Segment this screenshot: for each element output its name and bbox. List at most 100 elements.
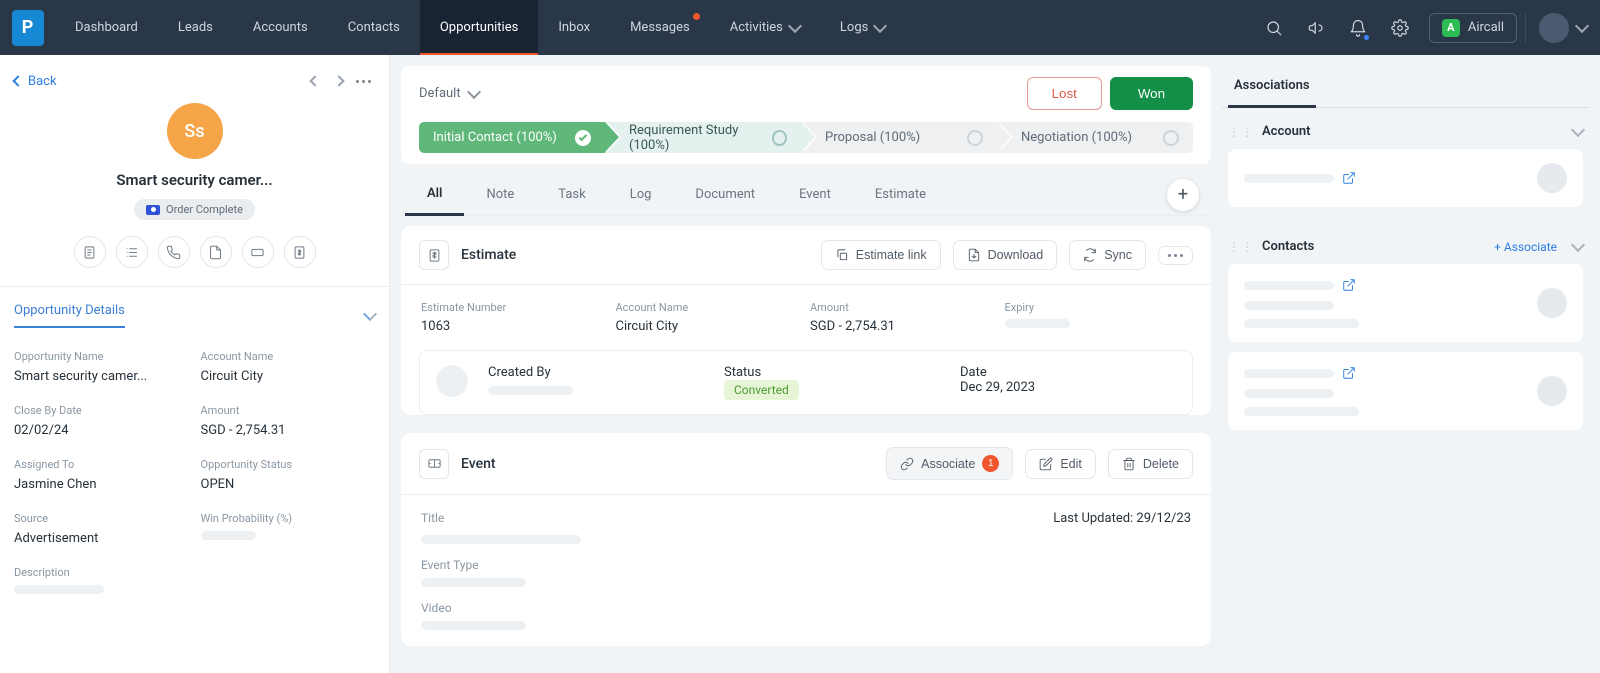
estimate-action[interactable] — [284, 236, 316, 268]
field-value[interactable]: Jasmine Chen — [14, 477, 189, 492]
chevron-down-icon — [467, 84, 481, 98]
gear-icon — [1391, 19, 1409, 37]
skeleton — [1244, 301, 1334, 310]
record-avatar: Ss — [167, 103, 223, 159]
tab-task[interactable]: Task — [536, 175, 607, 214]
tab-log[interactable]: Log — [608, 175, 674, 214]
ticket-icon — [250, 245, 265, 260]
tab-estimate[interactable]: Estimate — [853, 175, 948, 214]
nav-accounts[interactable]: Accounts — [233, 0, 328, 55]
drag-handle-icon[interactable]: ⋮⋮ — [1228, 240, 1254, 254]
aircall-button[interactable]: AAircall — [1429, 13, 1517, 43]
contact-card[interactable] — [1228, 264, 1583, 342]
field-value[interactable]: SGD - 2,754.31 — [201, 423, 376, 438]
chevron-down-icon — [873, 18, 887, 32]
stage-item[interactable]: Proposal (100%) — [801, 122, 997, 153]
copy-icon — [835, 248, 849, 262]
status-badge[interactable]: Order Complete — [134, 199, 255, 220]
user-menu[interactable] — [1525, 13, 1600, 43]
won-button[interactable]: Won — [1110, 77, 1193, 110]
drag-handle-icon[interactable]: ⋮⋮ — [1228, 125, 1254, 139]
nav-opportunities[interactable]: Opportunities — [420, 0, 538, 55]
card-title: Estimate — [461, 247, 516, 263]
field-value[interactable]: OPEN — [201, 477, 376, 492]
add-button[interactable]: + — [1167, 179, 1199, 211]
creator-avatar — [436, 365, 468, 397]
account-card[interactable] — [1228, 149, 1583, 207]
nav-dashboard[interactable]: Dashboard — [55, 0, 158, 55]
field-value[interactable]: 02/02/24 — [14, 423, 189, 438]
notifications-button[interactable] — [1337, 19, 1379, 37]
nav-contacts[interactable]: Contacts — [328, 0, 420, 55]
file-action[interactable] — [200, 236, 232, 268]
field-label: Estimate Number — [421, 301, 608, 314]
external-link-icon[interactable] — [1342, 366, 1356, 380]
associations-panel: Associations ⋮⋮Account ⋮⋮Contacts+ Assoc… — [1222, 66, 1589, 662]
details-tab[interactable]: Opportunity Details — [14, 303, 125, 328]
task-action[interactable] — [116, 236, 148, 268]
lost-button[interactable]: Lost — [1027, 77, 1102, 110]
estimate-icon — [419, 240, 449, 270]
tab-document[interactable]: Document — [673, 175, 777, 214]
external-link-icon[interactable] — [1342, 278, 1356, 292]
sync-button[interactable]: Sync — [1069, 240, 1146, 270]
associate-button[interactable]: Associate1 — [886, 447, 1013, 480]
field-value[interactable]: Advertisement — [14, 531, 189, 546]
skeleton — [1244, 407, 1359, 416]
download-button[interactable]: Download — [953, 240, 1058, 270]
announcements-button[interactable] — [1295, 19, 1337, 37]
tab-event[interactable]: Event — [777, 175, 853, 214]
prev-record-button[interactable] — [303, 69, 327, 93]
back-button[interactable]: Back — [14, 74, 57, 89]
chevron-down-icon[interactable] — [1571, 122, 1585, 136]
app-logo[interactable]: P — [0, 0, 55, 55]
next-record-button[interactable] — [327, 69, 351, 93]
count-badge: 1 — [982, 455, 999, 472]
sync-icon — [1083, 248, 1097, 262]
skeleton — [421, 621, 526, 630]
field-label: Account Name — [616, 301, 803, 314]
file-icon — [208, 245, 223, 260]
field-value[interactable]: Smart security camer... — [14, 369, 189, 384]
external-link-icon[interactable] — [1342, 171, 1356, 185]
chevron-down-icon[interactable] — [363, 306, 377, 320]
tab-all[interactable]: All — [405, 174, 464, 216]
nav-messages[interactable]: Messages — [610, 0, 710, 55]
tab-note[interactable]: Note — [464, 175, 536, 214]
view-selector[interactable]: Default — [419, 86, 479, 101]
field-label: Amount — [810, 301, 997, 314]
more-menu-button[interactable] — [351, 69, 375, 93]
event-action[interactable] — [242, 236, 274, 268]
nav-activities[interactable]: Activities — [710, 0, 820, 55]
field-value[interactable]: Circuit City — [201, 369, 376, 384]
quick-actions — [0, 236, 389, 287]
settings-button[interactable] — [1379, 19, 1421, 37]
delete-button[interactable]: Delete — [1108, 449, 1193, 479]
add-associate-link[interactable]: + Associate — [1494, 240, 1557, 254]
field-value: Circuit City — [616, 319, 803, 334]
chevron-down-icon[interactable] — [1571, 237, 1585, 251]
nav-logs[interactable]: Logs — [820, 0, 905, 55]
field-label: Event Type — [421, 558, 1191, 572]
contact-card[interactable] — [1228, 352, 1583, 430]
call-action[interactable] — [158, 236, 190, 268]
field-label: Status — [724, 365, 940, 380]
field-label: Opportunity Name — [14, 350, 189, 363]
edit-button[interactable]: Edit — [1025, 449, 1096, 479]
section-title: Contacts — [1262, 239, 1486, 254]
download-icon — [967, 248, 981, 262]
aircall-icon: A — [1442, 19, 1460, 37]
stage-item[interactable]: Requirement Study (100%) — [605, 122, 801, 153]
skeleton — [1244, 319, 1359, 328]
stage-item[interactable]: Initial Contact (100%) — [419, 122, 605, 153]
nav-leads[interactable]: Leads — [158, 0, 233, 55]
estimate-link-button[interactable]: Estimate link — [821, 240, 941, 270]
associations-tab[interactable]: Associations — [1228, 66, 1316, 108]
field-label: Amount — [201, 404, 376, 417]
status-icon — [146, 205, 160, 215]
stage-item[interactable]: Negotiation (100%) — [997, 122, 1193, 153]
note-action[interactable] — [74, 236, 106, 268]
nav-inbox[interactable]: Inbox — [538, 0, 610, 55]
search-button[interactable] — [1253, 19, 1295, 37]
card-more-button[interactable] — [1158, 246, 1193, 265]
